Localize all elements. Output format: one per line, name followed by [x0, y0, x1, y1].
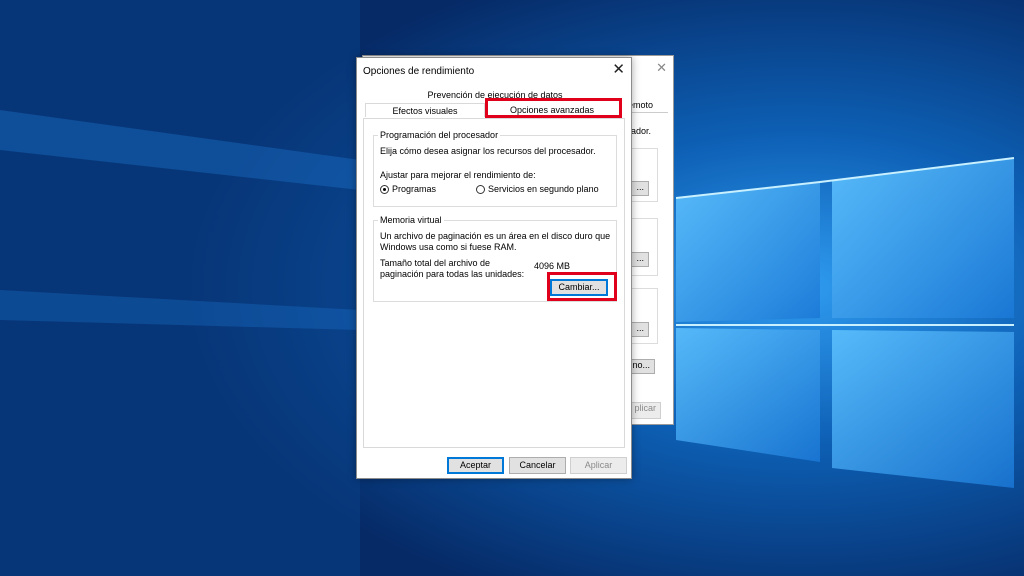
programs-radio[interactable]	[380, 185, 389, 194]
vm-total-label-line1: Tamaño total del archivo de	[380, 258, 491, 268]
cancel-button[interactable]: Cancelar	[509, 457, 566, 474]
title-bar: Opciones de rendimiento ✕	[357, 58, 631, 84]
adjust-label: Ajustar para mejorar el rendimiento de:	[380, 170, 536, 180]
vm-total-label-line2: paginación para todas las unidades:	[380, 269, 525, 279]
tab-divider	[628, 112, 668, 113]
processor-group-label: Programación del procesador	[378, 130, 501, 140]
change-button-highlight-box	[547, 272, 617, 301]
performance-options-dialog: Opciones de rendimiento ✕ Prevención de …	[356, 57, 632, 479]
tab-visual-effects[interactable]: Efectos visuales	[365, 103, 485, 117]
tab-highlight-box	[485, 98, 622, 118]
vm-description-line1: Un archivo de paginación es un área en e…	[380, 231, 611, 241]
close-icon[interactable]: ✕	[656, 60, 667, 76]
services-radio-label[interactable]: Servicios en segundo plano	[488, 184, 599, 195]
vm-description-line2: Windows usa como si fuese RAM.	[380, 242, 517, 252]
apply-button[interactable]: Aplicar	[570, 457, 627, 474]
programs-radio-label[interactable]: Programas	[392, 184, 436, 195]
tab-panel: Programación del procesador Elija cómo d…	[363, 118, 625, 448]
close-icon[interactable]: ✕	[612, 61, 625, 79]
processor-group: Programación del procesador Elija cómo d…	[373, 130, 617, 207]
accept-button[interactable]: Aceptar	[447, 457, 504, 474]
services-radio[interactable]	[476, 185, 485, 194]
vm-total-value: 4096 MB	[534, 261, 571, 271]
virtual-memory-group-label: Memoria virtual	[378, 215, 444, 225]
processor-description: Elija cómo desea asignar los recursos de…	[380, 146, 596, 156]
dialog-title: Opciones de rendimiento	[363, 66, 475, 77]
